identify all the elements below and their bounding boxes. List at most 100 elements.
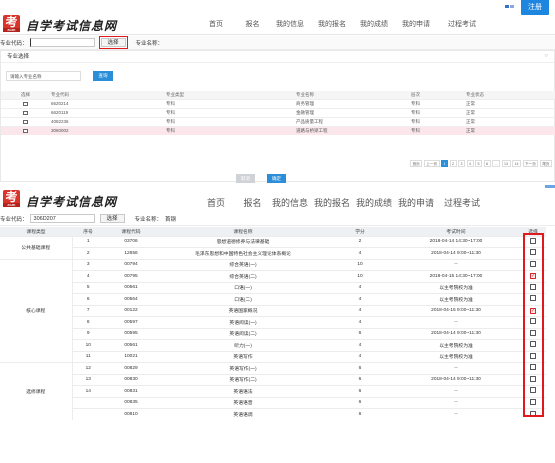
course-checkbox[interactable] (530, 307, 536, 314)
page-link[interactable]: 5 (475, 160, 483, 167)
course-checkbox[interactable] (530, 352, 536, 359)
course-checkbox[interactable] (530, 260, 536, 267)
cell-time: -- (392, 408, 520, 420)
cell-time: -- (392, 396, 520, 409)
group-label: 核心课程 (0, 258, 73, 363)
cell-code: 00795 (104, 270, 158, 282)
row-checkbox[interactable] (23, 101, 28, 107)
site-logo-icon-2[interactable]: 考 ZGZK (3, 190, 20, 207)
language-flag-icon[interactable] (505, 5, 514, 8)
course-checkbox[interactable] (530, 273, 536, 280)
nav-item[interactable]: 过程考试 (437, 19, 487, 29)
cell-type: 专科 (166, 98, 296, 108)
nav-item[interactable]: 我的报名 (311, 196, 353, 209)
column-header: 专业状态 (466, 91, 555, 99)
row-checkbox[interactable] (23, 119, 28, 125)
course-checkbox[interactable] (530, 410, 536, 417)
page-link[interactable]: 上一页 (423, 160, 440, 167)
cell-credit: 10 (328, 258, 392, 271)
nav-item[interactable]: 我的成绩 (353, 19, 395, 29)
table-row[interactable]: 6620119 专科 金融管理 专科 正常 (1, 107, 555, 117)
page-link[interactable]: 尾页 (539, 160, 552, 167)
major-table: 选择 专业代码 专业类型 专业名称 层次 专业状态 6620214 专科 商务管理 专科 正常 66… (1, 91, 555, 135)
cell-credit: 4 (328, 281, 392, 294)
page-link[interactable]: 4 (466, 160, 474, 167)
nav-item[interactable]: 首页 (196, 19, 236, 29)
major-code-input[interactable] (29, 38, 95, 47)
page-link[interactable]: 6 (483, 160, 491, 167)
nav-item[interactable]: 我的成绩 (353, 196, 395, 209)
header-bar: 考 ZGZK 自学考试信息网 首页 报名 我的信息 我的报名 我的成绩 我的申请 过程考试 (0, 13, 555, 35)
table-row: 选修课程 12 00829 英语写作(一) 6 -- (0, 362, 546, 420)
nav-item[interactable]: 我的报名 (311, 19, 353, 29)
cell-time: 2018-04-14 9:00~11:30 (392, 247, 520, 259)
page-link[interactable]: ... (492, 160, 501, 167)
course-checkbox[interactable] (530, 364, 536, 371)
column-header: 课程类型 (0, 227, 72, 236)
major-code-label: 专业代码： (0, 40, 28, 47)
cell-time: 以主考院校为准 (392, 350, 520, 363)
major-code-label-2: 专业代码： (0, 216, 28, 223)
course-checkbox[interactable] (530, 283, 536, 290)
page-link[interactable]: 14 (512, 160, 522, 167)
close-icon[interactable]: ○ (544, 53, 548, 59)
cell-credit: 2 (328, 235, 392, 248)
site-logo-icon[interactable]: 考 ZGZK (3, 15, 20, 32)
search-button[interactable]: 查询 (93, 71, 113, 81)
page-link[interactable]: 下一页 (522, 160, 539, 167)
page-link[interactable]: 首页 (410, 160, 423, 167)
scroll-handle[interactable] (545, 185, 555, 188)
row-checkbox[interactable] (23, 128, 28, 134)
nav-item[interactable]: 我的信息 (269, 196, 311, 209)
course-checkbox[interactable] (530, 375, 536, 382)
cell-code: 00794 (104, 258, 158, 271)
cancel-button[interactable]: 取消 (236, 174, 255, 183)
page-link[interactable]: 13 (501, 160, 511, 167)
major-code-input-2[interactable]: 306D207 (29, 214, 95, 223)
select-major-button-2[interactable]: 选择 (99, 214, 125, 223)
cell-code: 00561 (104, 281, 158, 294)
column-header: 课程名称 (158, 227, 328, 236)
course-checkbox[interactable] (530, 318, 536, 325)
select-major-button[interactable]: 选择 (98, 36, 128, 49)
course-checkbox[interactable] (530, 341, 536, 348)
cell-credit: 4 (328, 304, 392, 317)
cell-credit: 4 (328, 350, 392, 363)
cell-code: 00835 (104, 396, 158, 409)
nav-item[interactable]: 过程考试 (437, 196, 487, 209)
cell-code: 00564 (104, 293, 158, 305)
nav-item[interactable]: 我的申请 (395, 19, 437, 29)
nav-item[interactable]: 我的信息 (269, 19, 311, 29)
select-cell (520, 339, 546, 351)
select-cell (1, 107, 51, 117)
confirm-button[interactable]: 确定 (267, 174, 286, 183)
major-name-label: 专业名称： (135, 40, 164, 47)
cell-seq: 14 (72, 385, 104, 397)
cell-name: 商务管理 (296, 98, 411, 108)
cell-time: 以主考院校为准 (392, 281, 520, 294)
table-row[interactable]: 3060002 专科 道路与桥梁工程 专科 正常 (1, 125, 555, 135)
cell-time: -- (392, 258, 520, 271)
page-link[interactable]: 3 (458, 160, 466, 167)
cell-seq: 2 (72, 247, 104, 259)
select-cell (520, 247, 546, 259)
nav-item[interactable]: 报名 (236, 19, 269, 29)
cell-credit: 6 (328, 373, 392, 386)
course-checkbox[interactable] (530, 237, 536, 244)
major-search-input[interactable]: 请输入专业名称 (6, 71, 81, 81)
course-checkbox[interactable] (530, 329, 536, 336)
table-row[interactable]: 6620214 专科 商务管理 专科 正常 (1, 98, 555, 108)
course-checkbox[interactable] (530, 387, 536, 394)
table-row: 00835 英语语音 6 -- (0, 396, 546, 409)
nav-item[interactable]: 我的申请 (395, 196, 437, 209)
modal-search-row: 请输入专业名称 查询 (6, 71, 113, 81)
nav-item[interactable]: 报名 (236, 196, 269, 209)
course-checkbox[interactable] (530, 398, 536, 405)
row-checkbox[interactable] (23, 110, 28, 116)
page-link[interactable]: 1 (441, 160, 449, 167)
course-checkbox[interactable] (530, 295, 536, 302)
nav-item[interactable]: 首页 (196, 196, 236, 209)
table-row[interactable]: 4082236 专科 产品质量工程 专科 正常 (1, 116, 555, 126)
course-checkbox[interactable] (530, 249, 536, 256)
page-link[interactable]: 2 (449, 160, 457, 167)
